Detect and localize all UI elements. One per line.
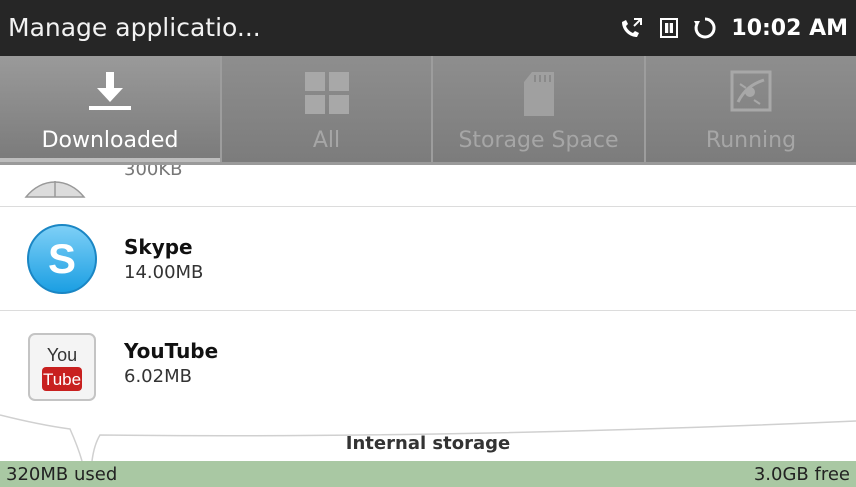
storage-used-text: 320MB used (6, 464, 118, 485)
list-item[interactable]: You Tube YouTube 6.02MB (0, 311, 856, 407)
sim-card-icon (659, 17, 679, 39)
list-item[interactable]: 300KB (0, 165, 856, 207)
sync-icon (693, 16, 717, 40)
tab-running[interactable]: Running (646, 56, 856, 162)
tab-label: Downloaded (41, 128, 179, 153)
storage-usage-bar: 320MB used 3.0GB free (0, 461, 856, 487)
storage-free-text: 3.0GB free (753, 464, 850, 485)
app-size: 6.02MB (124, 366, 192, 387)
tab-storage-space[interactable]: Storage Space (433, 56, 646, 162)
app-name: YouTube (124, 339, 219, 363)
tab-bar: Downloaded All Storage Space Running (0, 56, 856, 165)
status-icons: 10:02 AM (619, 14, 848, 42)
app-list[interactable]: 300KB S Skype 14.00MB You Tube YouTube 6… (0, 165, 856, 407)
svg-text:You: You (47, 345, 77, 365)
svg-text:S: S (48, 235, 76, 282)
youtube-icon: You Tube (28, 333, 96, 405)
grid-icon (303, 70, 351, 120)
storage-summary: Internal storage 320MB used 3.0GB free (0, 407, 856, 487)
sd-card-icon (522, 70, 556, 122)
tab-label: All (312, 128, 341, 153)
partial-app-icon (24, 173, 86, 203)
list-item[interactable]: S Skype 14.00MB (0, 207, 856, 311)
running-app-icon (730, 70, 772, 118)
tab-label: Running (705, 128, 797, 153)
status-bar: Manage applicatio... 10:02 AM (0, 0, 856, 56)
download-icon (87, 70, 133, 118)
clock: 10:02 AM (731, 15, 848, 41)
svg-text:Tube: Tube (43, 370, 81, 389)
window-title: Manage applicatio... (8, 13, 261, 42)
tab-all[interactable]: All (222, 56, 433, 162)
skype-icon: S (24, 221, 100, 301)
tab-label: Storage Space (458, 128, 619, 153)
app-name: Skype (124, 235, 193, 259)
tab-downloaded[interactable]: Downloaded (0, 56, 222, 162)
app-size: 300KB (124, 165, 183, 180)
call-forward-icon (619, 16, 645, 40)
app-size: 14.00MB (124, 262, 204, 283)
storage-label: Internal storage (345, 433, 511, 454)
